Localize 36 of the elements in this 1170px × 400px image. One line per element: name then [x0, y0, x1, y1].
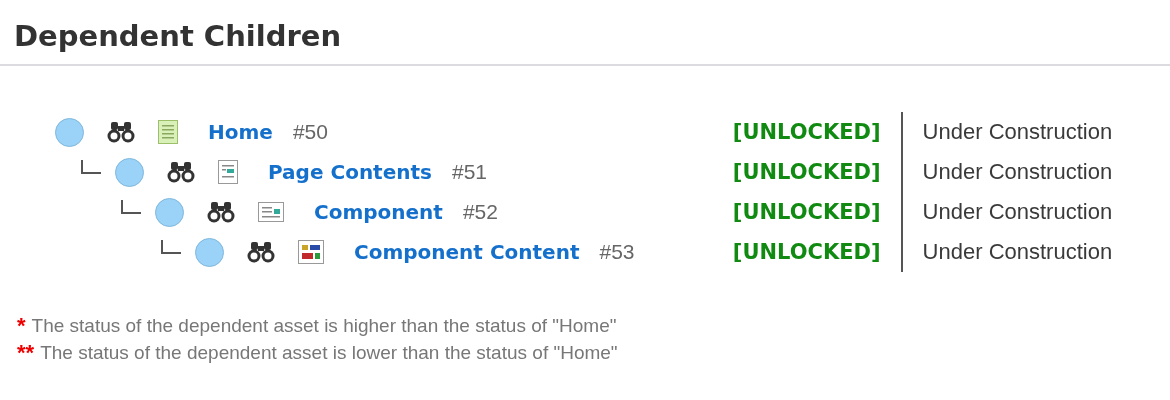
lock-status: [UNLOCKED]	[731, 119, 882, 146]
document-icon	[258, 202, 284, 222]
binoculars-icon[interactable]	[106, 121, 136, 143]
footnote-marker: **	[17, 339, 35, 366]
asset-link[interactable]: Component Content	[354, 240, 580, 264]
lock-status: [UNLOCKED]	[731, 239, 882, 266]
asset-link[interactable]: Home	[208, 120, 273, 144]
footnote-text: The status of the dependent asset is higher than the status of "Home"	[31, 314, 617, 338]
lock-status: [UNLOCKED]	[731, 159, 882, 186]
asset-id: #50	[292, 120, 328, 144]
tree-connector	[121, 200, 141, 214]
status-dot	[115, 157, 144, 187]
tree-connector	[161, 240, 181, 254]
lock-status: [UNLOCKED]	[731, 199, 882, 226]
footnote-marker: *	[17, 312, 26, 339]
status-dot	[55, 117, 84, 147]
asset-status: Under Construction	[900, 112, 1150, 152]
layout-icon	[298, 240, 324, 264]
asset-id: #53	[599, 240, 635, 264]
page-icon	[158, 120, 178, 144]
document-icon	[218, 160, 238, 184]
tree-connector	[81, 160, 101, 174]
asset-id: #51	[451, 160, 487, 184]
status-dot	[195, 237, 224, 267]
section-title: Dependent Children	[0, 0, 1170, 66]
binoculars-icon[interactable]	[206, 201, 236, 223]
asset-status: Under Construction	[900, 192, 1150, 232]
footnote-text: The status of the dependent asset is lower than the status of "Home"	[40, 341, 618, 365]
asset-link[interactable]: Component	[314, 200, 443, 224]
asset-link[interactable]: Page Contents	[268, 160, 432, 184]
binoculars-icon[interactable]	[246, 241, 276, 263]
binoculars-icon[interactable]	[166, 161, 196, 183]
asset-status: Under Construction	[900, 152, 1150, 192]
asset-status: Under Construction	[900, 232, 1150, 272]
status-dot	[155, 197, 184, 227]
asset-id: #52	[462, 200, 498, 224]
